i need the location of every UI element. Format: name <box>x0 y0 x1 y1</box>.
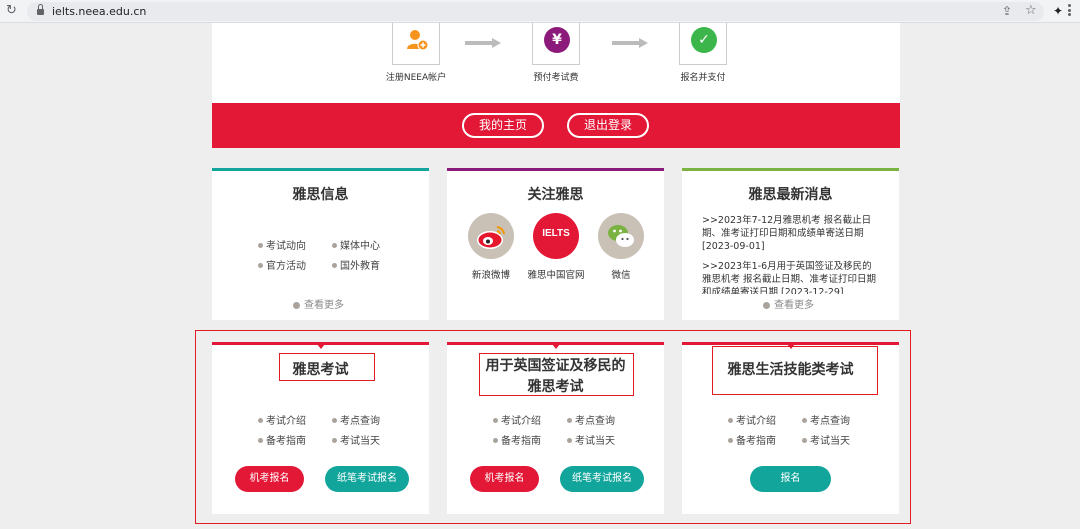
arrow-right-icon <box>612 38 648 48</box>
latest-news-card: 雅思最新消息 >>2023年7-12月雅思机考 报名截止日期、准考证打印日期和成… <box>682 168 899 320</box>
link-exam-intro[interactable]: 考试介绍 <box>493 412 541 427</box>
check-icon: ✓ <box>691 27 717 53</box>
extensions-icon[interactable]: ✦ <box>1053 3 1063 19</box>
link-exam-intro[interactable]: 考试介绍 <box>258 412 306 427</box>
link-exam-news[interactable]: 考试动向 <box>258 237 306 252</box>
yuan-icon: ¥ <box>544 27 570 53</box>
ielts-info-card: 雅思信息 考试动向 媒体中心 官方活动 国外教育 查看更多 <box>212 168 429 320</box>
news-item[interactable]: >>2023年1-6月用于英国签证及移民的雅思机考 报名截止日期、准考证打印日期… <box>702 260 880 294</box>
wechat-icon <box>598 213 644 259</box>
annotation-box <box>479 353 634 396</box>
more-dot-icon <box>293 302 300 309</box>
lock-icon[interactable] <box>37 4 44 15</box>
card-title: 雅思最新消息 <box>748 187 833 203</box>
reload-icon[interactable]: ↻ <box>6 3 17 19</box>
link-exam-day[interactable]: 考试当天 <box>802 432 850 447</box>
card-title: 关注雅思 <box>527 187 584 203</box>
notch-icon <box>551 344 560 349</box>
step-label: 预付考试费 <box>533 73 579 83</box>
my-home-button[interactable]: 我的主页 <box>462 113 544 138</box>
link-prep-guide[interactable]: 备考指南 <box>258 432 306 447</box>
news-item[interactable]: >>2023年7-12月雅思机考 报名截止日期、准考证打印日期和成绩单寄送日期 … <box>702 214 880 253</box>
link-media-center[interactable]: 媒体中心 <box>332 237 380 252</box>
arrow-right-icon <box>465 38 501 48</box>
notch-icon <box>316 344 325 349</box>
weibo-link[interactable]: 新浪微博 <box>456 213 526 281</box>
user-add-icon <box>404 27 430 53</box>
view-more-link[interactable]: 查看更多 <box>763 296 818 311</box>
share-icon[interactable]: ⇪ <box>1002 4 1012 19</box>
social-name: 微信 <box>611 270 631 281</box>
step-prepay: ¥ 预付考试费 <box>506 23 606 83</box>
computer-exam-register-button[interactable]: 机考报名 <box>235 466 304 492</box>
logout-button[interactable]: 退出登录 <box>567 113 649 138</box>
link-exam-day[interactable]: 考试当天 <box>567 432 615 447</box>
ielts-china-official-link[interactable]: IELTS 雅思中国官网 <box>521 213 591 281</box>
computer-exam-register-button[interactable]: 机考报名 <box>470 466 539 492</box>
link-prep-guide[interactable]: 备考指南 <box>728 432 776 447</box>
bookmark-star-icon[interactable]: ☆ <box>1025 3 1037 19</box>
step-label: 注册NEEA帐户 <box>385 73 447 83</box>
social-name: 雅思中国官网 <box>527 270 585 281</box>
link-exam-day[interactable]: 考试当天 <box>332 432 380 447</box>
paper-exam-register-button[interactable]: 纸笔考试报名 <box>560 466 644 492</box>
register-button[interactable]: 报名 <box>750 466 831 492</box>
link-official-events[interactable]: 官方活动 <box>258 257 306 272</box>
social-name: 新浪微博 <box>471 270 510 281</box>
follow-ielts-card: 关注雅思 新浪微博 IELTS 雅思中国官网 微信 <box>447 168 664 320</box>
step-pay: ✓ 报名并支付 <box>653 23 753 83</box>
link-prep-guide[interactable]: 备考指南 <box>493 432 541 447</box>
more-dot-icon <box>763 302 770 309</box>
weibo-icon <box>468 213 514 259</box>
browser-toolbar: ↻ ielts.neea.edu.cn ⇪ ☆ ✦ <box>0 0 1080 23</box>
user-banner: 我的主页 退出登录 <box>212 103 900 148</box>
step-label: 报名并支付 <box>680 73 726 83</box>
link-exam-intro[interactable]: 考试介绍 <box>728 412 776 427</box>
url-text[interactable]: ielts.neea.edu.cn <box>52 4 146 19</box>
registration-steps: 注册NEEA帐户 ¥ 预付考试费 ✓ 报名并支付 <box>212 23 900 103</box>
news-list: >>2023年7-12月雅思机考 报名截止日期、准考证打印日期和成绩单寄送日期 … <box>702 214 880 294</box>
link-test-center-query[interactable]: 考点查询 <box>332 412 380 427</box>
link-test-center-query[interactable]: 考点查询 <box>567 412 615 427</box>
ielts-logo-icon: IELTS <box>533 213 579 259</box>
link-test-center-query[interactable]: 考点查询 <box>802 412 850 427</box>
wechat-link[interactable]: 微信 <box>586 213 656 281</box>
annotation-box <box>712 346 878 395</box>
address-bar[interactable]: ielts.neea.edu.cn ⇪ ☆ <box>27 2 1044 21</box>
view-more-link[interactable]: 查看更多 <box>293 296 344 311</box>
paper-exam-register-button[interactable]: 纸笔考试报名 <box>325 466 409 492</box>
step-register: 注册NEEA帐户 <box>366 23 466 83</box>
annotation-box <box>279 353 375 381</box>
more-menu-icon[interactable] <box>1068 4 1072 18</box>
card-title: 雅思信息 <box>292 187 349 203</box>
link-overseas-education[interactable]: 国外教育 <box>332 257 380 272</box>
